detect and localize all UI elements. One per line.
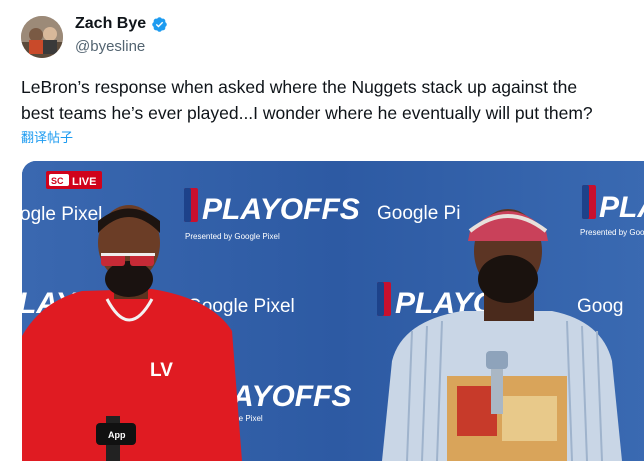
backdrop-pla-right: PLA [599,191,644,224]
tweet-media-video[interactable]: ogle Pixel PLAYOFFS Presented by Google … [22,161,644,461]
backdrop-presented-right: Presented by Goog [580,228,644,237]
author-avatar[interactable] [21,16,63,58]
live-label: LIVE [72,176,96,188]
backdrop-sponsor-tl: ogle Pixel [22,204,102,225]
tweet-text: LeBron’s response when asked where the N… [21,74,641,126]
author-handle[interactable]: @byesline [75,38,145,55]
verified-badge-icon [152,16,167,32]
backdrop-goog-right: Goog [577,296,623,317]
mic-label: App [108,430,126,440]
author-display-name[interactable]: Zach Bye [75,15,146,33]
translate-post-link[interactable]: 翻译帖子 [21,127,73,146]
video-frame: ogle Pixel PLAYOFFS Presented by Google … [22,161,644,461]
backdrop-sponsor-tr: Google Pi [377,203,460,224]
backdrop-playoffs-1: PLAYOFFS [202,193,360,226]
live-badge: SC LIVE [46,171,102,189]
tweet-text-line-2: best teams he’s ever played...I wonder w… [21,103,593,123]
avatar-image [21,16,63,58]
backdrop-playoffs-low: AYOFFS [231,380,351,413]
network-logo-text: SC [51,176,64,186]
tweet-text-line-1: LeBron’s response when asked where the N… [21,77,578,97]
author-name-row[interactable]: Zach Bye [75,15,168,33]
backdrop-presented-1: Presented by Google Pixel [185,232,280,241]
shirt-logo-text: LV [150,360,173,381]
